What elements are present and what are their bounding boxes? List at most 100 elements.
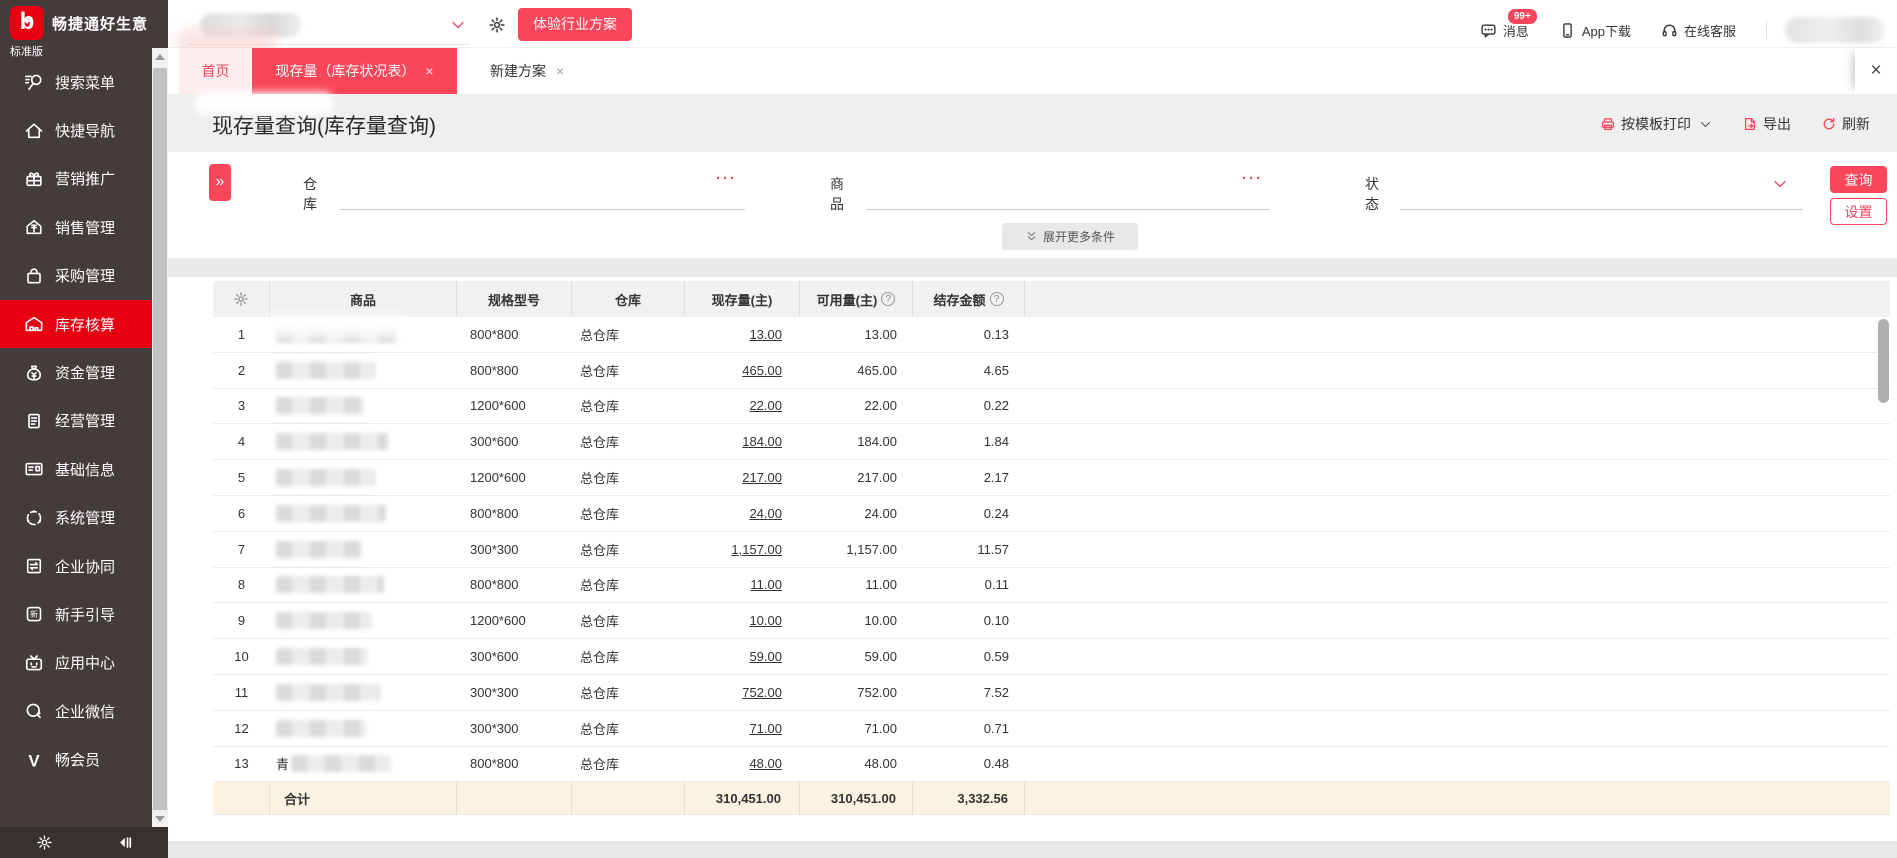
table-row[interactable]: 8 800*800 总仓库 11.00 11.00 0.11 xyxy=(213,568,1890,604)
qty-drilldown-link[interactable]: 465.00 xyxy=(742,363,782,378)
sidebar-item-采购管理[interactable]: 采购管理 xyxy=(0,252,152,300)
qty-drilldown-link[interactable]: 184.00 xyxy=(742,434,782,449)
table-row[interactable]: 10 300*600 总仓库 59.00 59.00 0.59 xyxy=(213,639,1890,675)
company-chevron-down-icon[interactable] xyxy=(450,17,466,33)
sidebar-item-企业微信[interactable]: 企业微信 xyxy=(0,687,152,735)
toolbar-导出[interactable]: 导出 xyxy=(1742,114,1791,134)
scroll-down-icon[interactable] xyxy=(155,816,165,822)
sidebar-item-资金管理[interactable]: 资金管理 xyxy=(0,348,152,396)
column-settings-gear-icon[interactable] xyxy=(233,291,249,307)
sidebar-item-新手引导[interactable]: 新 新手引导 xyxy=(0,590,152,638)
ellipsis-picker-icon[interactable]: ··· xyxy=(1242,170,1263,187)
qty-drilldown-link[interactable]: 22.00 xyxy=(749,398,782,413)
cell-available: 13.00 xyxy=(864,326,897,342)
sidebar-item-销售管理[interactable]: 销售管理 xyxy=(0,203,152,251)
sidebar-item-系统管理[interactable]: 系统管理 xyxy=(0,494,152,542)
filter-input-underline[interactable] xyxy=(1400,209,1803,210)
sidebar-item-快捷导航[interactable]: 快捷导航 xyxy=(0,106,152,154)
qty-drilldown-link[interactable]: 48.00 xyxy=(749,756,782,771)
filter-input-underline[interactable] xyxy=(340,209,745,210)
table-row[interactable]: 7 300*300 总仓库 1,157.00 1,157.00 11.57 xyxy=(213,532,1890,568)
qty-drilldown-link[interactable]: 11.00 xyxy=(750,577,782,592)
trial-industry-plan-button[interactable]: 体验行业方案 xyxy=(518,8,632,41)
qty-drilldown-link[interactable]: 217.00 xyxy=(742,470,782,485)
qty-drilldown-link[interactable]: 1,157.00 xyxy=(731,542,782,557)
sidebar-item-label: 畅会员 xyxy=(55,752,101,770)
scroll-up-icon[interactable] xyxy=(155,54,165,60)
qty-drilldown-link[interactable]: 10.00 xyxy=(749,613,782,628)
tab-close-icon[interactable]: × xyxy=(556,63,564,79)
cell-row-number: 10 xyxy=(234,649,249,665)
sidebar-item-企业协同[interactable]: 企业协同 xyxy=(0,542,152,590)
cell-product xyxy=(270,424,457,459)
tab-现存量（库存状况表）[interactable]: 现存量（库存状况表） × xyxy=(252,48,457,94)
table-row[interactable]: 5 1200*600 总仓库 217.00 217.00 2.17 xyxy=(213,460,1890,496)
sidebar-item-库存核算[interactable]: 库存核算 xyxy=(0,299,152,349)
table-row[interactable]: 2 800*800 总仓库 465.00 465.00 4.65 xyxy=(213,353,1890,389)
sidebar-item-畅会员[interactable]: V 畅会员 xyxy=(0,735,152,783)
cell-product xyxy=(270,711,457,746)
topbar-gear-icon[interactable] xyxy=(488,16,506,34)
table-row[interactable]: 13 青 800*800 总仓库 48.00 48.00 0.48 xyxy=(213,747,1890,783)
qty-drilldown-link[interactable]: 752.00 xyxy=(742,685,782,700)
sidebar-scrollbar[interactable] xyxy=(152,48,168,827)
close-all-tabs-button[interactable]: × xyxy=(1855,48,1897,94)
cell-available: 11.00 xyxy=(865,577,897,593)
cell-available: 184.00 xyxy=(857,434,897,450)
help-icon[interactable]: ? xyxy=(881,292,896,306)
cell-qty: 752.00 xyxy=(685,675,800,710)
sidebar-item-搜索菜单[interactable]: 搜索菜单 xyxy=(0,58,152,106)
cell-product xyxy=(270,460,457,495)
table-row[interactable]: 12 300*300 总仓库 71.00 71.00 0.71 xyxy=(213,711,1890,747)
toolbar-刷新[interactable]: 刷新 xyxy=(1821,114,1870,134)
query-button[interactable]: 查询 xyxy=(1830,166,1887,193)
collapse-sidebar-icon[interactable] xyxy=(116,834,133,851)
table-row[interactable]: 6 800*800 总仓库 24.00 24.00 0.24 xyxy=(213,496,1890,532)
table-row[interactable]: 4 300*600 总仓库 184.00 184.00 1.84 xyxy=(213,424,1890,461)
col-header-row-settings[interactable] xyxy=(213,281,270,317)
settings-gear-icon[interactable] xyxy=(36,834,53,851)
topnav-消息[interactable]: 消息 99+ xyxy=(1480,6,1539,40)
cell-available: 217.00 xyxy=(857,470,897,486)
sidebar-item-基础信息[interactable]: 基础信息 xyxy=(0,445,152,493)
expand-more-conditions-button[interactable]: 展开更多条件 xyxy=(1002,223,1138,250)
ellipsis-picker-icon[interactable]: ··· xyxy=(716,170,737,187)
operations-icon xyxy=(24,411,44,431)
sidebar-item-label: 新手引导 xyxy=(55,606,116,624)
topnav-App下载[interactable]: App下载 xyxy=(1559,21,1631,40)
filter-input-underline[interactable] xyxy=(866,209,1270,210)
qty-drilldown-link[interactable]: 13.00 xyxy=(749,327,782,342)
qty-drilldown-link[interactable]: 24.00 xyxy=(749,506,782,521)
system-icon xyxy=(24,508,44,528)
cell-warehouse: 总仓库 xyxy=(580,685,620,701)
sidebar-item-营销推广[interactable]: 营销推广 xyxy=(0,155,152,203)
table-row[interactable]: 9 1200*600 总仓库 10.00 10.00 0.10 xyxy=(213,603,1890,640)
blur-artifact xyxy=(194,92,334,114)
tab-新建方案[interactable]: 新建方案 × xyxy=(472,48,582,94)
qty-drilldown-link[interactable]: 71.00 xyxy=(749,721,782,736)
cell-amount: 0.11 xyxy=(984,577,1009,593)
cell-filler xyxy=(1025,389,1890,424)
toolbar-按模板打印[interactable]: 按模板打印 xyxy=(1600,114,1712,134)
sidebar-scrollbar-thumb[interactable] xyxy=(153,68,167,810)
table-row[interactable]: 1 800*800 总仓库 13.00 13.00 0.13 xyxy=(213,317,1890,353)
sidebar-item-应用中心[interactable]: 应用中心 xyxy=(0,639,152,687)
product-name-redacted xyxy=(276,397,364,415)
chevron-down-icon[interactable] xyxy=(1772,176,1788,192)
help-icon[interactable]: ? xyxy=(989,292,1004,306)
tab-close-icon[interactable]: × xyxy=(425,63,433,79)
cell-qty: 71.00 xyxy=(685,711,800,746)
cell-qty: 59.00 xyxy=(685,639,800,674)
topnav-在线客服[interactable]: 在线客服 xyxy=(1661,21,1736,40)
chevron-down-icon[interactable] xyxy=(1699,118,1712,131)
qty-drilldown-link[interactable]: 59.00 xyxy=(749,649,782,664)
table-row[interactable]: 11 300*300 总仓库 752.00 752.00 7.52 xyxy=(213,675,1890,711)
table-row[interactable]: 3 1200*600 总仓库 22.00 22.00 0.22 xyxy=(213,389,1890,425)
sidebar-item-经营管理[interactable]: 经营管理 xyxy=(0,397,152,445)
user-account-redacted[interactable] xyxy=(1785,17,1885,43)
cell-warehouse: 总仓库 xyxy=(580,542,620,558)
table-scrollbar-thumb[interactable] xyxy=(1878,319,1889,403)
tab-首页[interactable]: 首页 xyxy=(179,48,252,94)
collapse-filter-button[interactable]: » xyxy=(209,164,231,201)
settings-button[interactable]: 设置 xyxy=(1830,198,1887,225)
